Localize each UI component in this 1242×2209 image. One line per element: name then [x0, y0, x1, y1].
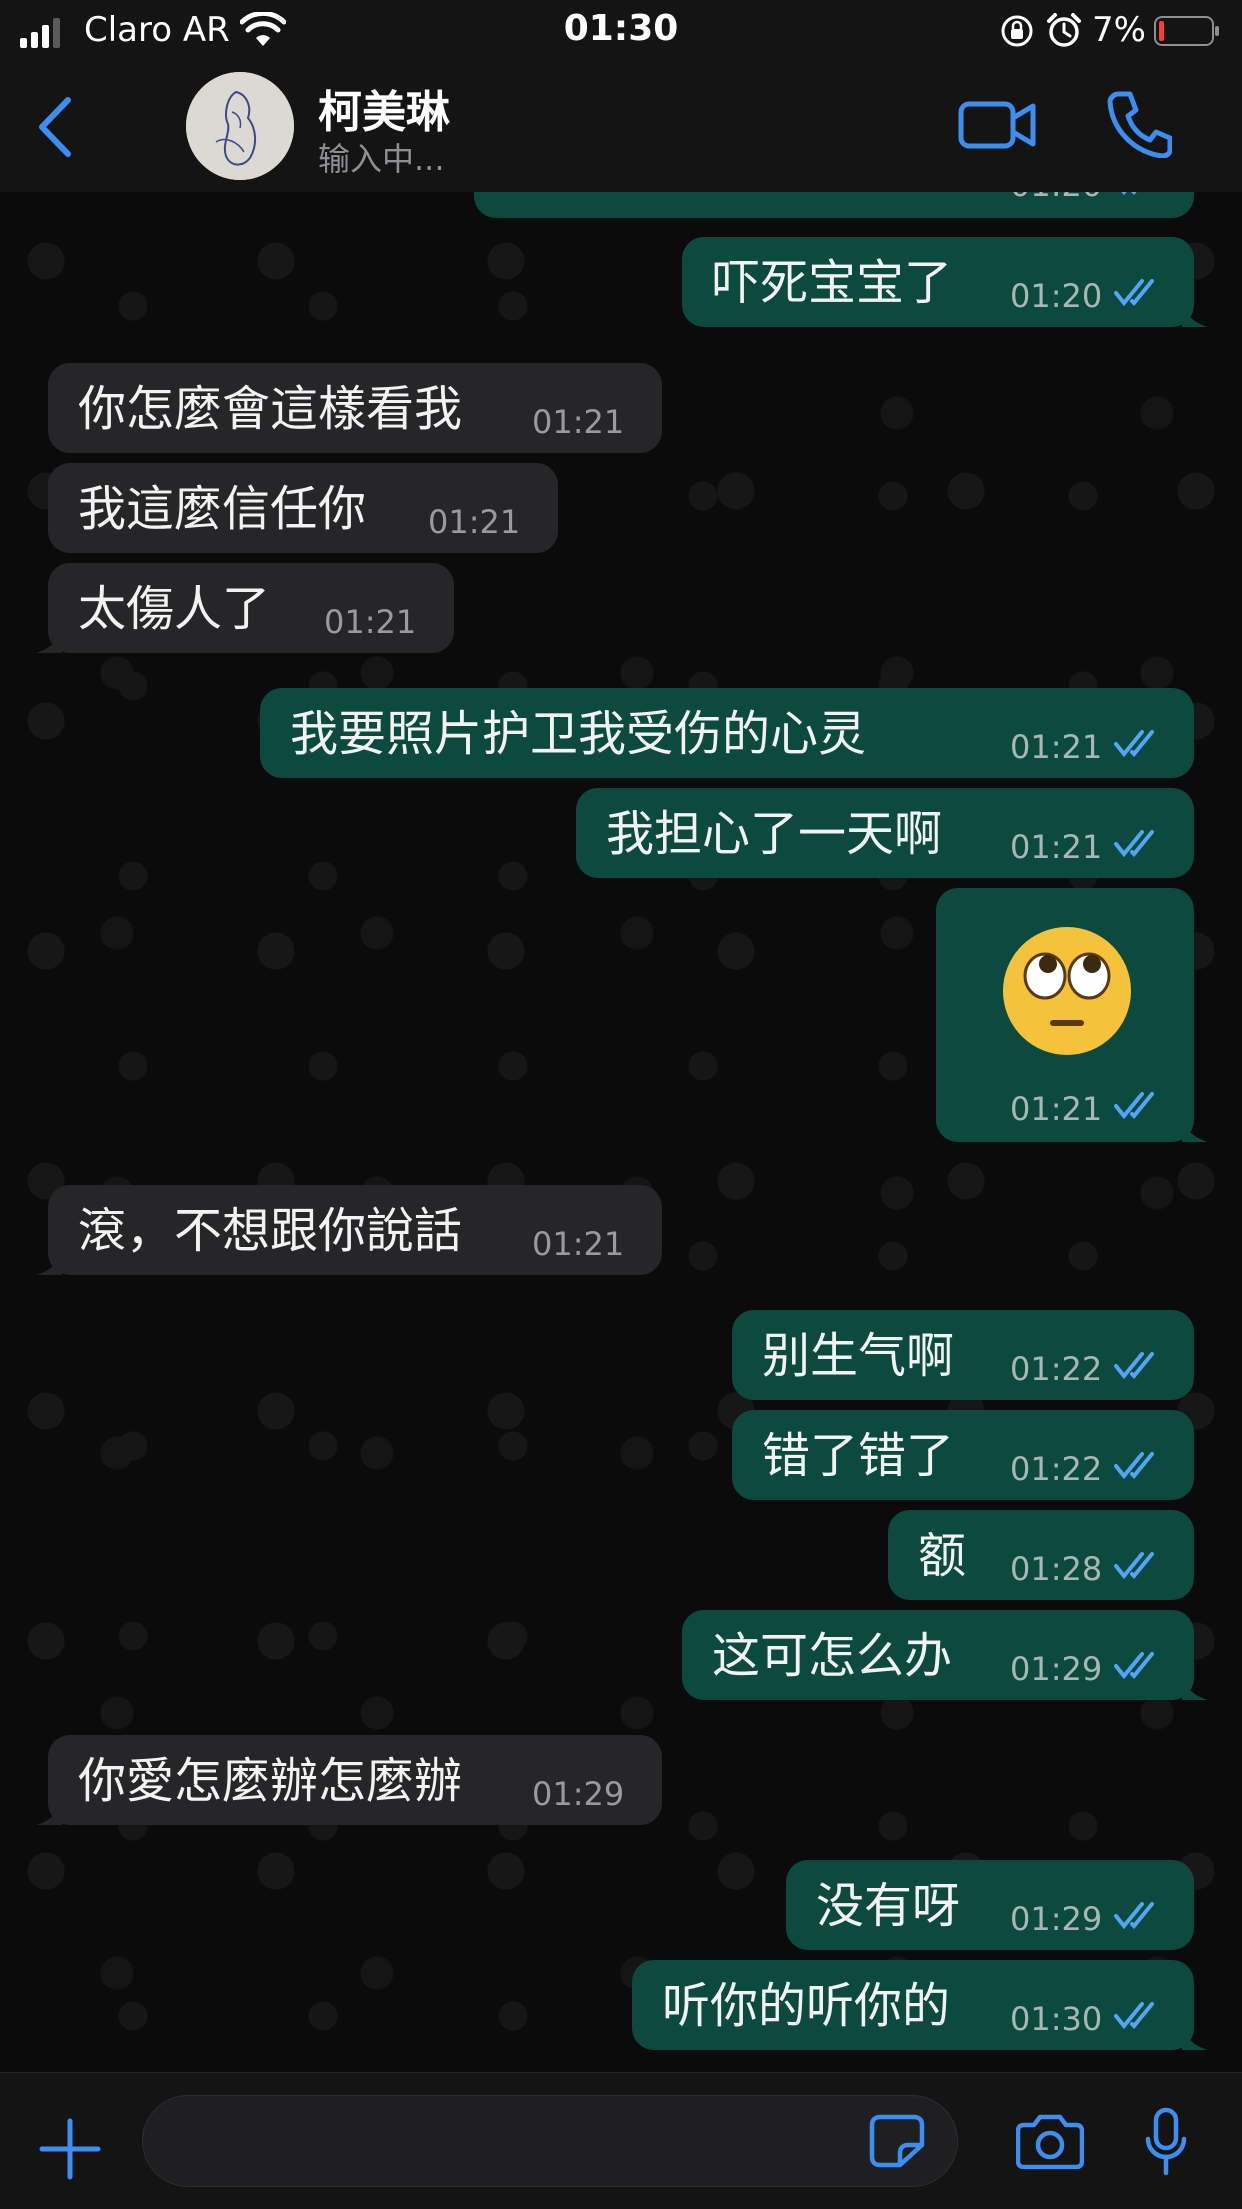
contact-avatar[interactable] — [186, 72, 294, 180]
message-time: 01:29 — [532, 1775, 625, 1813]
bubble-tail — [36, 629, 62, 653]
message-time: 01:21 — [324, 603, 417, 641]
message-time: 01:22 — [1010, 1450, 1103, 1488]
carrier-label: Claro AR — [84, 10, 230, 50]
message-text: 滾，不想跟你說話 — [78, 1203, 463, 1259]
message-text: 这可怎么办 — [712, 1628, 953, 1684]
battery-icon — [1154, 16, 1219, 46]
bubble-tail — [1182, 1118, 1208, 1142]
message-time: 01:22 — [1010, 1350, 1103, 1388]
read-receipt-icon — [1114, 1902, 1154, 1930]
message-text: 听你的听你的 — [662, 1978, 951, 2034]
read-receipt-icon — [1114, 730, 1154, 758]
phone-call-icon[interactable] — [1106, 88, 1172, 158]
bubble-tail — [36, 1251, 62, 1275]
message-bubble-outgoing[interactable]: 没有呀 01:29 — [786, 1860, 1194, 1950]
message-time: 01:21 — [1010, 828, 1103, 866]
message-bubble-outgoing[interactable]: 额 01:28 — [888, 1510, 1194, 1600]
bubble-tail — [1182, 303, 1208, 327]
message-bubble-outgoing[interactable]: 我担心了一天啊 01:21 — [576, 788, 1194, 878]
message-bubble-incoming[interactable]: 滾，不想跟你說話 01:21 — [36, 1185, 662, 1275]
message-bubble-incoming[interactable]: 你愛怎麼辦怎麼辦 01:29 — [36, 1735, 662, 1825]
read-receipt-icon — [1114, 2002, 1154, 2030]
bubble-tail — [36, 1801, 62, 1825]
back-chevron-icon[interactable] — [32, 94, 78, 160]
signal-icon — [20, 18, 60, 48]
status-bar: Claro AR 01:30 7% — [0, 0, 1242, 62]
message-text: 太傷人了 — [78, 581, 271, 637]
chat-header: 柯美琳 输入中... — [0, 62, 1242, 193]
read-receipt-icon — [1114, 830, 1154, 858]
message-bubble-outgoing[interactable]: 别生气啊 01:22 — [732, 1310, 1194, 1400]
message-text: 错了错了 — [762, 1428, 955, 1484]
message-bubble-incoming[interactable]: 你怎麼會這樣看我 01:21 — [48, 363, 662, 453]
read-receipt-icon — [1114, 1452, 1154, 1480]
read-receipt-icon — [1121, 192, 1137, 196]
message-text: 吓死宝宝了 — [712, 255, 953, 311]
message-text: 你怎麼會這樣看我 — [78, 381, 463, 437]
message-time: 01:20 — [1010, 277, 1103, 315]
message-time: 01:28 — [1010, 1550, 1103, 1588]
read-receipt-icon — [1114, 1352, 1154, 1380]
message-time: 01:29 — [1010, 1650, 1103, 1688]
message-text: 别生气啊 — [762, 1328, 955, 1384]
message-time: 01:29 — [1010, 1900, 1103, 1938]
message-bubble-outgoing[interactable]: 吓死宝宝了 01:20 — [682, 237, 1208, 327]
message-time: 01:21 — [1010, 728, 1103, 766]
message-bubble-incoming[interactable]: 我這麼信任你 01:21 — [48, 463, 558, 553]
message-bubble-incoming[interactable]: 太傷人了 01:21 — [36, 563, 454, 653]
camera-icon[interactable] — [1016, 2113, 1084, 2169]
message-bubble-outgoing[interactable]: 这可怎么办 01:29 — [682, 1610, 1208, 1700]
message-bubble-outgoing[interactable]: 错了错了 01:22 — [732, 1410, 1194, 1500]
bubble-tail — [1182, 2026, 1208, 2050]
alarm-icon — [1047, 13, 1081, 47]
read-receipt-icon — [1114, 279, 1154, 307]
message-text: 我要照片护卫我受伤的心灵 — [290, 706, 867, 762]
message-time: 01:21 — [428, 503, 521, 541]
read-receipt-icon — [1114, 1092, 1154, 1120]
orientation-lock-icon — [1001, 15, 1033, 47]
message-bubble-outgoing-partial[interactable]: 01:20 — [474, 192, 1194, 218]
message-time: 01:21 — [1010, 1090, 1103, 1128]
wifi-icon — [240, 12, 286, 46]
message-text: 我這麼信任你 — [78, 481, 367, 537]
bubble-tail — [1182, 1676, 1208, 1700]
contact-name[interactable]: 柯美琳 — [318, 76, 450, 140]
read-receipt-icon — [1114, 1652, 1154, 1680]
message-bubble-outgoing[interactable]: 我要照片护卫我受伤的心灵 01:21 — [260, 688, 1194, 778]
message-time: 01:21 — [532, 403, 625, 441]
microphone-icon[interactable] — [1144, 2107, 1188, 2177]
message-text: 你愛怎麼辦怎麼辦 — [78, 1753, 463, 1809]
message-time: 01:21 — [532, 1225, 625, 1263]
sticker-icon[interactable] — [868, 2113, 926, 2169]
message-text: 额 — [918, 1528, 967, 1584]
video-call-icon[interactable] — [958, 96, 1036, 154]
message-text: 我担心了一天啊 — [606, 806, 943, 862]
message-time: 01:20 — [1010, 192, 1102, 204]
message-time: 01:30 — [1010, 2000, 1103, 2038]
message-text: 没有呀 — [816, 1878, 961, 1934]
message-input[interactable] — [142, 2095, 958, 2187]
message-input-bar — [0, 2072, 1242, 2209]
read-receipt-icon — [1114, 1552, 1154, 1580]
chat-messages-area[interactable]: 01:20 吓死宝宝了 01:20 你怎麼會這樣看我 01:21 我這麼信任你 … — [0, 192, 1242, 2072]
face-with-rolling-eyes-icon — [1003, 927, 1131, 1055]
message-bubble-outgoing[interactable]: 听你的听你的 01:30 — [632, 1960, 1208, 2050]
message-bubble-outgoing-emoji[interactable]: 01:21 — [936, 888, 1208, 1142]
typing-status: 输入中... — [318, 140, 445, 178]
plus-icon[interactable] — [38, 2117, 102, 2181]
battery-percent: 7% — [1092, 10, 1146, 50]
